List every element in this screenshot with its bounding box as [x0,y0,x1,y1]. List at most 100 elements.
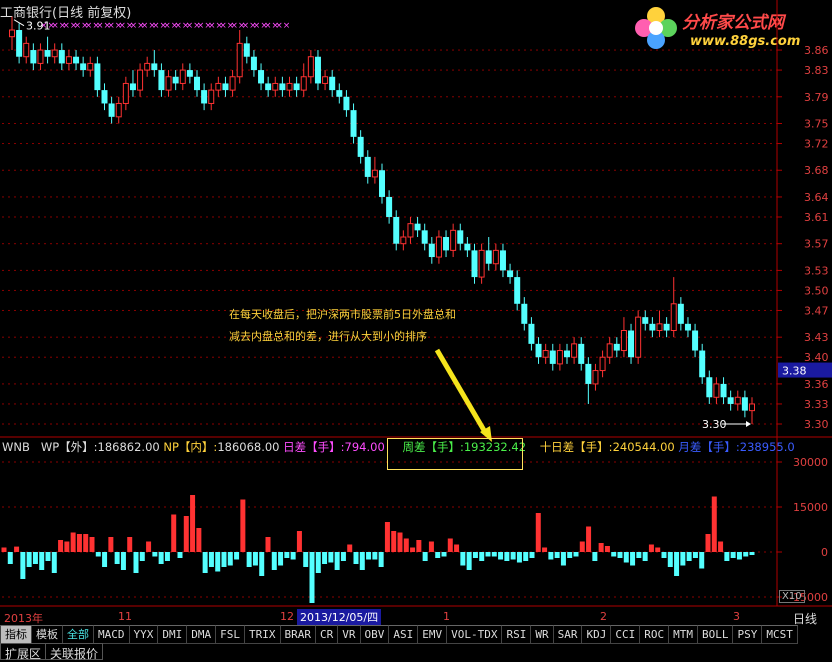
wnb-bar-negative [278,552,284,566]
candle-body-up [749,403,755,412]
candle-body-down [663,323,670,331]
tab-extension-area[interactable]: 扩展区 [0,643,47,661]
wnb-bar-negative [667,552,673,567]
candle-body-down [101,90,108,104]
indicator-tick-label: 15000 [793,501,828,514]
wnb-bar-negative [642,552,648,561]
wnb-bar-negative [630,552,636,566]
wnb-bar-positive [127,537,133,552]
signal-markers: ××××××××××××××××××××××××××××××××××××××××… [40,21,290,31]
tab-all[interactable]: 全部 [62,625,94,644]
price-tick-label: 3.30 [804,418,829,431]
wnb-bar-positive [428,541,434,552]
tab-indicator[interactable]: 指标 [0,625,32,644]
wnb-bar-negative [523,552,529,561]
wnb-bar-negative [45,552,51,561]
wnb-bar-negative [699,552,705,569]
tab-related-quotes[interactable]: 关联报价 [45,643,104,661]
wnb-bar-negative [208,552,214,567]
wnb-bar-negative [567,552,573,558]
wnb-bar-positive [58,540,64,552]
candle-body-down [44,50,51,57]
wnb-bar-negative [466,552,472,570]
candle-body-down [464,243,471,251]
wnb-bar-negative [692,552,698,558]
price-tick-label: 3.83 [804,64,829,77]
wnb-bar-negative [114,552,120,564]
wnb-bar-negative [366,552,372,560]
tab-asi[interactable]: ASI [388,625,419,644]
wnb-bar-positive [183,516,189,552]
candle-body-up [208,89,215,104]
date-m2: 2 [600,610,607,623]
tab-yyx[interactable]: YYX [128,625,159,644]
tab-cr[interactable]: CR [315,625,339,644]
tab-obv[interactable]: OBV [359,625,390,644]
tab-macd[interactable]: MACD [93,625,130,644]
tab-cci[interactable]: CCI [610,625,641,644]
tab-vr[interactable]: VR [337,625,361,644]
indicator-tick-label: 0 [821,546,828,559]
wnb-bar-negative [623,552,629,563]
tab-mtm[interactable]: MTM [668,625,698,644]
tab-wr[interactable]: WR [530,625,554,644]
tab-dmi[interactable]: DMI [157,625,188,644]
wnb-bar-negative [504,552,510,561]
candle-body-up [478,249,485,278]
tab-dma[interactable]: DMA [186,625,217,644]
sr-value: 240544.00 [612,440,675,454]
candle-body-up [23,42,30,58]
candle-body-down [578,343,585,364]
wnb-bar-negative [359,552,365,570]
wnb-bar-negative [560,552,566,566]
wnb-bar-negative [271,552,277,570]
tab-mcst[interactable]: MCST [761,625,798,644]
candle-body-up [51,49,58,58]
tab-rsi[interactable]: RSI [501,625,532,644]
tab-template[interactable]: 模板 [31,625,63,644]
tab-emv[interactable]: EMV [417,625,448,644]
tab-trix[interactable]: TRIX [244,625,281,644]
price-axis: 3.86 3.83 3.79 3.75 3.72 3.68 3.64 3.61 3.57 3.53… [777,44,832,431]
wnb-bar-negative [479,552,485,561]
candle-body-down [201,90,208,104]
wnb-bar-negative [315,552,321,573]
price-tick-label: 3.53 [804,264,829,277]
candle-body-down [222,83,229,91]
candle-body-down [741,397,748,411]
wnb-bar-positive [70,532,76,552]
candle-body-up [286,82,293,91]
candle-body-down [499,250,506,271]
tab-psy[interactable]: PSY [732,625,763,644]
tab-vol-tdx[interactable]: VOL-TDX [446,625,503,644]
wnb-bar-positive [108,537,114,552]
tab-fsl[interactable]: FSL [215,625,245,644]
tab-brar[interactable]: BRAR [279,625,316,644]
scale-box[interactable]: X10 [779,590,805,603]
price-tick-label: 3.72 [804,138,829,151]
wnb-bar-negative [290,552,296,560]
wnb-bar-negative [674,552,680,576]
candle-body-up [492,249,499,265]
annotation-line-2: 减去内盘总和的差，进行从大到小的排序 [229,330,427,343]
tab-boll[interactable]: BOLL [696,625,734,644]
wnb-bar-positive [604,546,610,552]
candle-body-up [87,62,94,71]
candle-body-down [564,350,570,358]
wnb-bar-negative [139,552,145,561]
wnb-bar-positive [76,534,82,552]
tab-sar[interactable]: SAR [552,625,583,644]
wnb-bar-negative [334,552,340,570]
candle-body-down [258,70,265,84]
candle-body-up [272,82,279,91]
candle-body-down [265,83,272,91]
candle-body-down [279,83,286,91]
tab-roc[interactable]: ROC [639,625,670,644]
wnb-bar-negative [328,552,334,563]
wnb-bar-positive [410,547,416,552]
wnb-bar-negative [322,552,328,564]
tab-kdj[interactable]: KDJ [581,625,612,644]
candle-body-up [556,350,563,365]
candle-body-down [521,303,528,324]
wnb-bar-negative [259,552,265,576]
